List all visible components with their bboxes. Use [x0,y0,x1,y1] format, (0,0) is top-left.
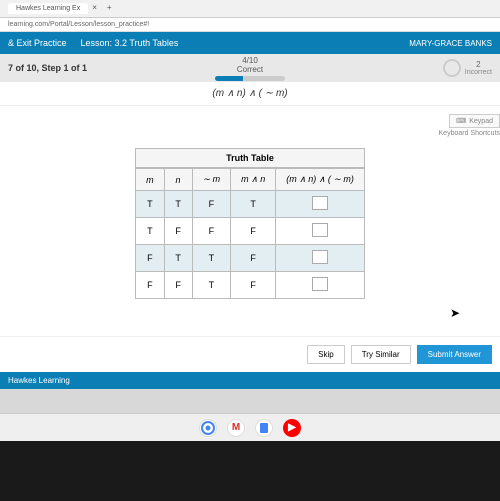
answer-input-1[interactable] [312,196,328,210]
browser-tab-bar: Hawkes Learning Ex × + [0,0,500,18]
new-tab-icon[interactable]: + [107,3,112,14]
app-header: & Exit Practice Lesson: 3.2 Truth Tables… [0,32,500,54]
progress-fill [215,76,243,81]
col-n: n [164,169,192,191]
table-caption: Truth Table [135,148,365,168]
try-similar-button[interactable]: Try Similar [351,345,411,364]
browser-tab[interactable]: Hawkes Learning Ex [8,3,88,14]
progress-block: 4/10 Correct [215,56,285,81]
incorrect-count: 2 [465,60,492,69]
laptop-bezel [0,441,500,501]
gmail-icon[interactable]: M [227,419,245,437]
col-result: (m ∧ n) ∧ ( ∼ m) [276,169,365,191]
col-m-and-n: m ∧ n [231,169,276,191]
cursor-icon: ➤ [450,306,460,320]
table-row: F F T F [136,272,365,299]
progress-label: Correct [237,65,263,74]
table-row: T T F T [136,191,365,218]
col-m: m [136,169,165,191]
lesson-title: Lesson: 3.2 Truth Tables [81,38,179,48]
answer-input-4[interactable] [312,277,328,291]
answer-input-2[interactable] [312,223,328,237]
sub-header: 7 of 10, Step 1 of 1 4/10 Correct 2 Inco… [0,54,500,82]
truth-table: Truth Table m n ∼ m m ∧ n (m ∧ n) ∧ ( ∼ … [135,148,365,299]
progress-fraction: 4/10 [242,56,258,65]
step-label: 7 of 10, Step 1 of 1 [8,63,87,73]
user-name: MARY-GRACE BANKS [409,39,492,48]
content-area: ⌨ Keypad Keyboard Shortcuts Truth Table … [0,106,500,336]
answer-input-3[interactable] [312,250,328,264]
progress-bar [215,76,285,81]
table-header-row: m n ∼ m m ∧ n (m ∧ n) ∧ ( ∼ m) [136,169,365,191]
exit-practice-link[interactable]: & Exit Practice [8,38,67,48]
incorrect-label: Incorrect [465,69,492,76]
expression-display: (m ∧ n) ∧ ( ∼ m) [0,82,500,106]
taskbar: M ▶ [0,413,500,441]
footer-brand: Hawkes Learning [8,376,70,385]
youtube-icon[interactable]: ▶ [283,419,301,437]
table-row: F T T F [136,245,365,272]
url-bar[interactable]: learning.com/Portal/Lesson/lesson_practi… [0,18,500,32]
keyboard-shortcuts-link[interactable]: Keyboard Shortcuts [439,130,500,137]
col-not-m: ∼ m [192,169,231,191]
table-row: T F F F [136,218,365,245]
submit-answer-button[interactable]: Submit Answer [417,345,492,364]
skip-button[interactable]: Skip [307,345,345,364]
docs-icon[interactable] [255,419,273,437]
keyboard-icon: ⌨ [456,117,466,125]
close-tab-icon[interactable]: × [92,3,97,14]
footer-bar: Hawkes Learning [0,372,500,389]
chrome-icon[interactable] [199,419,217,437]
action-row: Skip Try Similar Submit Answer [0,336,500,372]
keypad-button[interactable]: ⌨ Keypad [449,114,500,128]
status-circle-icon [443,59,461,77]
